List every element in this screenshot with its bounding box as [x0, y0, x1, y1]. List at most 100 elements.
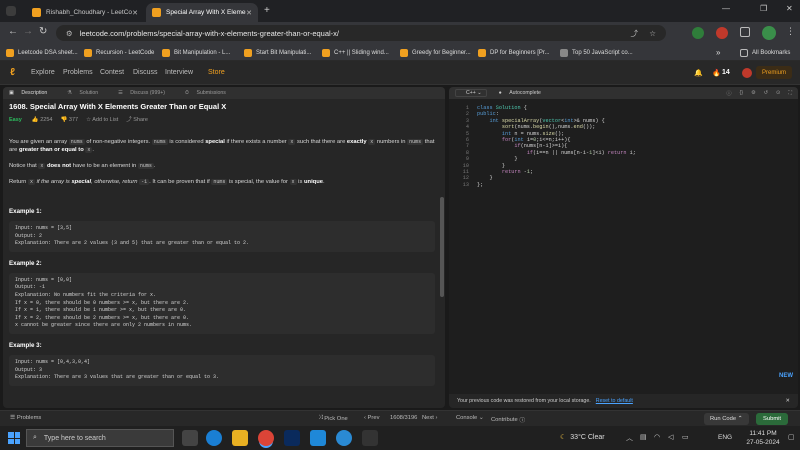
nav-explore[interactable]: Explore — [31, 69, 55, 76]
edge-icon[interactable] — [206, 430, 222, 446]
volume-icon[interactable]: ◁ — [668, 433, 673, 441]
language-indicator[interactable]: ENG — [718, 434, 732, 441]
problems-list-button[interactable]: ☰ Problems — [10, 415, 41, 421]
reset-to-default-link[interactable]: Reset to default — [596, 398, 633, 404]
chevron-up-icon[interactable]: ︿ — [626, 433, 633, 443]
nav-contest[interactable]: Contest — [100, 69, 124, 76]
site-info-icon[interactable]: ⚙ — [66, 29, 73, 38]
photoshop-icon[interactable] — [284, 430, 300, 446]
language-select[interactable]: C++ ⌄ — [455, 89, 487, 97]
submit-button[interactable]: Submit — [756, 413, 789, 425]
problem-meta: Easy 👍 2254 👎 377 ☆ Add to List ⤴ Share — [9, 116, 435, 124]
nav-discuss[interactable]: Discuss — [133, 69, 158, 76]
battery-icon[interactable]: ▭ — [682, 433, 689, 441]
notification-icon[interactable]: ▢ — [788, 433, 795, 441]
tab-submissions[interactable]: ⏱ Submissions — [185, 90, 226, 97]
example-title: Example 3: — [9, 341, 42, 349]
close-icon[interactable]: ✕ — [246, 9, 252, 17]
autocomplete-toggle[interactable]: ● Autocomplete — [499, 90, 541, 96]
bookmark-star-icon[interactable]: ☆ — [649, 29, 656, 38]
tab-solution[interactable]: ⚗ Solution — [67, 90, 98, 96]
vscode-icon[interactable] — [310, 430, 326, 446]
bell-icon[interactable]: 🔔 — [694, 69, 703, 77]
streak-count: 14 — [722, 69, 730, 76]
app-icon[interactable] — [336, 430, 352, 446]
contribute-button[interactable]: Contribute ⓘ — [491, 415, 525, 425]
run-code-button[interactable]: Run Code ⌃ — [704, 413, 749, 425]
bookmark-item[interactable]: Recursion - LeetCode — [84, 46, 154, 59]
menu-kebab-icon[interactable]: ⋮ — [786, 26, 795, 37]
nav-interview[interactable]: Interview — [165, 69, 193, 76]
like-button[interactable]: 👍 2254 — [32, 116, 53, 124]
reload-icon[interactable]: ↻ — [39, 26, 47, 37]
reset-icon[interactable]: ↺ — [764, 90, 768, 96]
prev-button[interactable]: ‹ Prev — [364, 415, 379, 421]
next-button[interactable]: Next › — [422, 415, 437, 421]
windows-start-icon[interactable] — [8, 432, 20, 444]
problem-paragraph: Return x if the array is special, otherw… — [9, 179, 325, 185]
bookmark-item[interactable]: Greedy for Beginner... — [400, 46, 471, 59]
weather-widget[interactable]: ☾ 33°C Clear — [560, 433, 605, 442]
info-icon[interactable]: ⓘ — [726, 90, 731, 97]
premium-button[interactable]: Premium — [756, 66, 792, 79]
avatar[interactable] — [762, 26, 776, 40]
braces-icon[interactable]: {} — [740, 90, 743, 96]
tab-title: Rishabh_Choudhary - LeetCode — [46, 9, 133, 16]
page-icon — [560, 48, 568, 57]
nav-store[interactable]: Store — [208, 69, 225, 76]
extension-icon[interactable] — [692, 27, 704, 39]
address-bar[interactable]: ⚙ leetcode.com/problems/special-array-wi… — [56, 25, 666, 41]
chrome-icon[interactable] — [258, 430, 274, 446]
extensions-puzzle-icon[interactable] — [740, 27, 750, 37]
more-bookmarks-icon[interactable]: » — [716, 46, 720, 59]
leetcode-favicon-icon — [6, 48, 14, 57]
tab-description[interactable]: ▣ Description — [9, 90, 47, 96]
close-icon[interactable]: ✕ — [786, 398, 790, 404]
dislike-button[interactable]: 👎 377 — [61, 116, 79, 124]
avatar[interactable] — [742, 68, 752, 78]
fullscreen-icon[interactable]: ⛶ — [788, 90, 792, 97]
bookmark-item[interactable]: Bit Manipulation - L... — [162, 46, 230, 59]
settings-gear-icon[interactable]: ⚙ — [751, 90, 756, 96]
file-explorer-icon[interactable] — [232, 430, 248, 446]
close-icon[interactable]: ✕ — [132, 9, 138, 17]
forward-icon[interactable]: → — [23, 26, 33, 37]
bookmark-item[interactable]: Start Bit Manipulati... — [244, 46, 311, 59]
bookmark-item[interactable]: C++ || Sliding wind... — [322, 46, 389, 59]
debug-icon[interactable]: ⊙ — [776, 90, 780, 96]
maximize-icon[interactable]: ❐ — [760, 4, 767, 13]
add-to-list-button[interactable]: ☆ Add to List — [86, 116, 118, 124]
clock[interactable]: 11:41 PM 27-05-2024 — [742, 429, 784, 447]
taskbar-search[interactable]: ⌕ Type here to search — [26, 429, 174, 447]
pick-one-button[interactable]: ⤨ Pick One — [318, 415, 348, 422]
browser-tab-profile[interactable]: Rishabh_Choudhary - LeetCode ✕ — [26, 3, 144, 22]
scrollbar[interactable] — [440, 197, 444, 297]
leetcode-logo-icon[interactable]: ℓ — [10, 67, 15, 78]
tab-search-icon[interactable] — [6, 6, 16, 16]
share-icon[interactable]: ⤴ — [631, 28, 639, 39]
problem-counter: 1608/3196 — [390, 415, 418, 421]
bookmark-item[interactable]: Leetcode DSA sheet... — [6, 46, 78, 59]
streak-fire-icon[interactable]: 🔥 — [712, 69, 721, 77]
example-block: Input: nums = [0,4,3,0,4] Output: 3 Expl… — [9, 354, 435, 386]
task-view-icon[interactable] — [182, 430, 198, 446]
console-button[interactable]: Console ⌄ — [456, 415, 484, 421]
new-tab-icon[interactable]: + — [264, 5, 270, 16]
windows-taskbar: ⌕ Type here to search ☾ 33°C Clear ︿ ▤ ◠… — [0, 426, 800, 450]
bookmark-item[interactable]: DP for Beginners [Pr... — [478, 46, 550, 59]
tab-discuss[interactable]: ☰ Discuss (999+) — [118, 90, 165, 96]
extension-icon[interactable] — [716, 27, 728, 39]
share-button[interactable]: ⤴ Share — [126, 116, 148, 124]
leetcode-bottom-bar: ☰ Problems ⤨ Pick One ‹ Prev 1608/3196 N… — [0, 410, 800, 426]
window-close-icon[interactable]: ✕ — [786, 4, 793, 13]
app-icon[interactable] — [362, 430, 378, 446]
browser-tab-problem[interactable]: Special Array With X Elements G ✕ — [146, 3, 258, 22]
nav-problems[interactable]: Problems — [63, 69, 93, 76]
minimize-icon[interactable]: — — [722, 4, 730, 13]
bookmark-item[interactable]: Top 50 JavaScript co... — [560, 46, 633, 59]
back-icon[interactable]: ← — [8, 26, 18, 37]
search-icon: ⌕ — [33, 434, 37, 441]
all-bookmarks[interactable]: All Bookmarks — [740, 46, 790, 59]
network-icon[interactable]: ▤ — [640, 433, 647, 441]
wifi-icon[interactable]: ◠ — [654, 433, 660, 441]
